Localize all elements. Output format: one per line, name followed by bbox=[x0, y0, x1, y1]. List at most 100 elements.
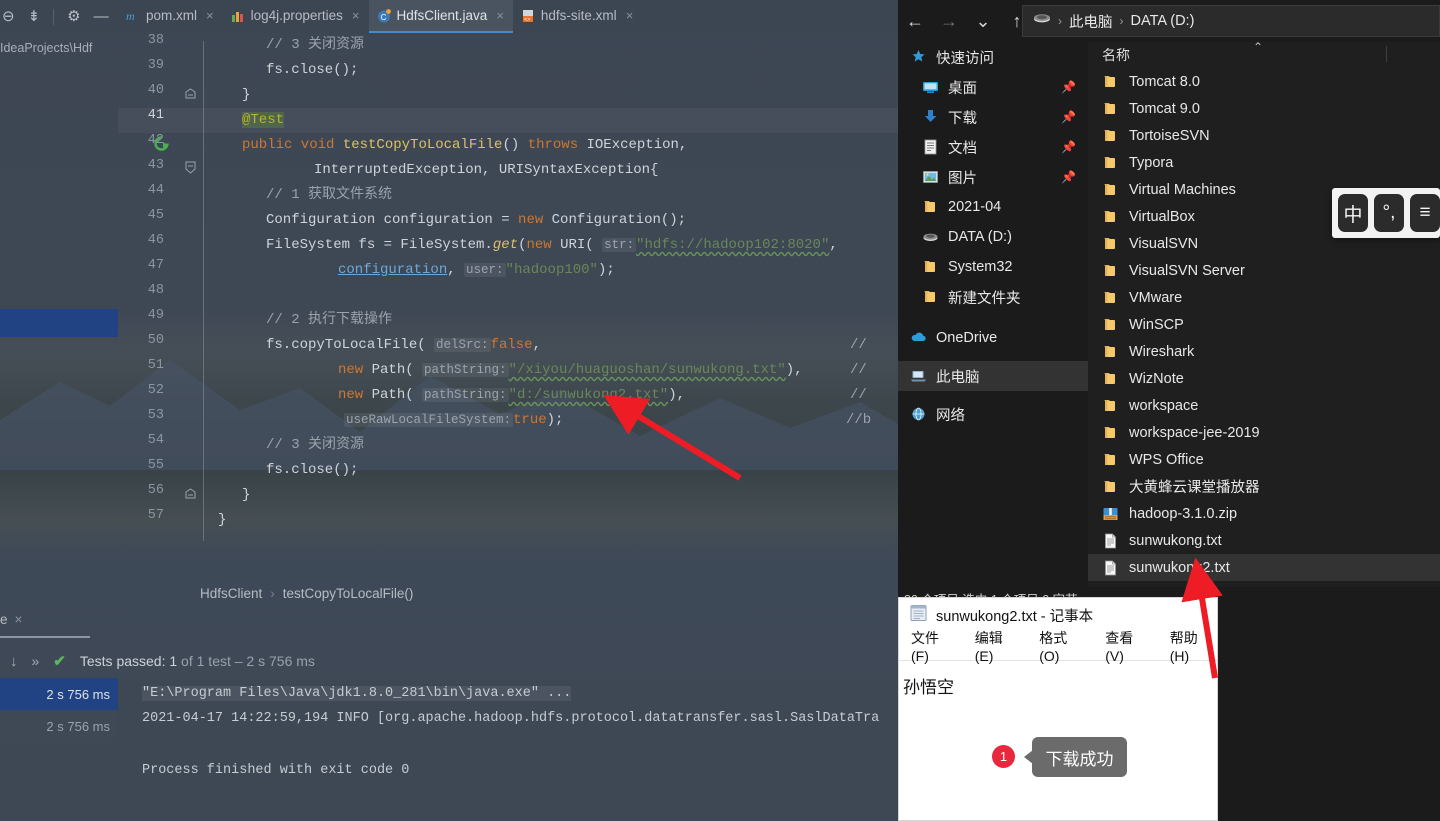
sidebar-item-new-folder[interactable]: 新建文件夹 bbox=[898, 282, 1088, 312]
explorer-navigation-pane[interactable]: 快速访问 桌面 📌 下载 📌 文档 📌 图片 📌 2021-04 DATA (D… bbox=[898, 42, 1088, 587]
code-comment: // 1 获取文件系统 bbox=[266, 187, 393, 203]
file-row-wireshark[interactable]: Wireshark bbox=[1088, 338, 1440, 365]
back-icon[interactable]: ← bbox=[898, 0, 932, 42]
sidebar-item-downloads[interactable]: 下载 📌 bbox=[898, 102, 1088, 132]
breadcrumb-this-pc[interactable]: 此电脑 bbox=[1069, 11, 1113, 32]
file-row-tomcat-90[interactable]: Tomcat 9.0 bbox=[1088, 95, 1440, 122]
pin-icon[interactable]: 📌 bbox=[1061, 170, 1076, 184]
editor-tab-label: pom.xml bbox=[146, 8, 198, 23]
back-icon[interactable]: ⊖ bbox=[2, 9, 15, 24]
file-row-tortoisesvn[interactable]: TortoiseSVN bbox=[1088, 122, 1440, 149]
notepad-window[interactable]: sunwukong2.txt - 记事本 文件(F) 编辑(E) 格式(O) 查… bbox=[898, 597, 1218, 821]
sidebar-item-desktop[interactable]: 桌面 📌 bbox=[898, 72, 1088, 102]
expand-icon[interactable]: » bbox=[32, 653, 40, 669]
notepad-title-bar[interactable]: sunwukong2.txt - 记事本 bbox=[899, 598, 1217, 632]
sort-ascending-icon[interactable]: ⌃ bbox=[1253, 40, 1263, 54]
collapse-icon[interactable]: ⇟ bbox=[28, 9, 41, 24]
close-icon[interactable]: × bbox=[626, 8, 634, 23]
console-line: "E:\Program Files\Java\jdk1.8.0_281\bin\… bbox=[142, 686, 572, 701]
menu-item-file[interactable]: 文件(F) bbox=[911, 628, 957, 664]
run-test-gutter-icon[interactable] bbox=[154, 136, 169, 151]
file-row-wiznote[interactable]: WizNote bbox=[1088, 365, 1440, 392]
code-editor[interactable]: 38 39 40 41 42 43 44 45 46 47 48 49 50 5… bbox=[118, 33, 898, 583]
file-row-typora[interactable]: Typora bbox=[1088, 149, 1440, 176]
pin-icon[interactable]: 📌 bbox=[1061, 110, 1076, 124]
menu-item-format[interactable]: 格式(O) bbox=[1039, 628, 1087, 664]
editor-tab-hdfs-site-xml[interactable]: <> hdfs-site.xml × bbox=[513, 0, 642, 33]
file-row-workspace[interactable]: workspace bbox=[1088, 392, 1440, 419]
file-row-visualsvn-server[interactable]: VisualSVN Server bbox=[1088, 257, 1440, 284]
close-icon[interactable]: × bbox=[352, 8, 360, 23]
code-identifier-link[interactable]: configuration bbox=[338, 262, 447, 278]
test-tree-row[interactable]: 2 s 756 ms bbox=[0, 678, 118, 710]
close-icon[interactable]: × bbox=[206, 8, 214, 23]
fold-collapse-icon[interactable] bbox=[184, 88, 197, 101]
editor-tab-label: HdfsClient.java bbox=[396, 8, 488, 23]
project-selected-row[interactable] bbox=[0, 309, 118, 337]
file-row-dahuangfeng-player[interactable]: 大黄蜂云课堂播放器 bbox=[1088, 473, 1440, 500]
sidebar-item-pictures[interactable]: 图片 📌 bbox=[898, 162, 1088, 192]
folder-icon bbox=[1102, 317, 1119, 333]
sidebar-item-quick-access[interactable]: 快速访问 bbox=[898, 42, 1088, 72]
editor-tab-hdfsclient-java[interactable]: C HdfsClient.java × bbox=[368, 0, 513, 33]
fold-collapse-icon[interactable] bbox=[184, 488, 197, 501]
sidebar-item-data-drive[interactable]: DATA (D:) bbox=[898, 222, 1088, 252]
test-tree-row[interactable]: 2 s 756 ms bbox=[0, 710, 118, 742]
editor-gutter[interactable]: 38 39 40 41 42 43 44 45 46 47 48 49 50 5… bbox=[118, 33, 218, 583]
folder-icon bbox=[1102, 236, 1119, 252]
ime-menu-button[interactable]: ≡ bbox=[1410, 194, 1440, 232]
file-name: VMware bbox=[1129, 289, 1183, 306]
code-string: "d:/sunwukong2.txt" bbox=[508, 387, 669, 403]
notepad-text-area[interactable]: 孙悟空 bbox=[899, 661, 1217, 698]
code-string: "hadoop100" bbox=[505, 262, 598, 278]
file-row-tomcat-80[interactable]: Tomcat 8.0 bbox=[1088, 68, 1440, 95]
pin-icon[interactable]: 📌 bbox=[1061, 80, 1076, 94]
minimize-icon[interactable]: — bbox=[94, 9, 109, 24]
code-text[interactable]: // 3 关闭资源 fs.close(); } @Test public voi… bbox=[218, 33, 898, 583]
console-output[interactable]: "E:\Program Files\Java\jdk1.8.0_281\bin\… bbox=[118, 678, 898, 821]
fold-expand-icon[interactable] bbox=[184, 161, 197, 174]
file-row-winscp[interactable]: WinSCP bbox=[1088, 311, 1440, 338]
close-icon[interactable]: × bbox=[496, 8, 504, 23]
file-row-sunwukong2-txt[interactable]: sunwukong2.txt bbox=[1088, 554, 1440, 581]
editor-tab-log4j-properties[interactable]: log4j.properties × bbox=[223, 0, 369, 33]
sidebar-item-onedrive[interactable]: OneDrive bbox=[898, 323, 1088, 353]
file-row-workspace-jee-2019[interactable]: workspace-jee-2019 bbox=[1088, 419, 1440, 446]
param-hint-userawlocalfilesystem: useRawLocalFileSystem: bbox=[344, 413, 514, 427]
file-row-sunwukong-txt[interactable]: sunwukong.txt bbox=[1088, 527, 1440, 554]
sidebar-item-network[interactable]: 网络 bbox=[898, 399, 1088, 429]
breadcrumb-method[interactable]: testCopyToLocalFile() bbox=[283, 586, 414, 601]
file-row-wps-office[interactable]: WPS Office bbox=[1088, 446, 1440, 473]
sidebar-item-this-pc[interactable]: 此电脑 bbox=[898, 361, 1088, 391]
menu-item-edit[interactable]: 编辑(E) bbox=[975, 628, 1022, 664]
scroll-down-icon[interactable]: ↓ bbox=[10, 653, 18, 670]
breadcrumb[interactable]: HdfsClient › testCopyToLocalFile() bbox=[118, 581, 898, 606]
column-divider[interactable] bbox=[1386, 46, 1387, 62]
file-name: Tomcat 8.0 bbox=[1129, 73, 1200, 90]
breadcrumb-data-drive[interactable]: DATA (D:) bbox=[1131, 13, 1195, 29]
menu-item-view[interactable]: 查看(V) bbox=[1105, 628, 1152, 664]
folder-icon bbox=[922, 259, 939, 275]
editor-tab-pom-xml[interactable]: m pom.xml × bbox=[118, 0, 223, 33]
pin-icon[interactable]: 📌 bbox=[1061, 140, 1076, 154]
file-row-hadoop-zip[interactable]: hadoop-3.1.0.zip bbox=[1088, 500, 1440, 527]
ime-chinese-mode-button[interactable]: 中 bbox=[1338, 194, 1368, 232]
ime-floating-toolbar[interactable]: 中 °, ≡ bbox=[1332, 188, 1440, 238]
ime-punctuation-button[interactable]: °, bbox=[1374, 194, 1404, 232]
column-header-name[interactable]: 名称 bbox=[1102, 45, 1130, 65]
sidebar-item-2021-04[interactable]: 2021-04 bbox=[898, 192, 1088, 222]
sidebar-item-system32[interactable]: System32 bbox=[898, 252, 1088, 282]
recent-locations-icon[interactable]: ⌄ bbox=[966, 0, 1000, 42]
tool-window-tab-file[interactable]: ile × bbox=[0, 612, 22, 627]
close-icon[interactable]: × bbox=[15, 612, 23, 627]
file-row-vmware[interactable]: VMware bbox=[1088, 284, 1440, 311]
explorer-file-list-pane[interactable]: ⌃ 名称 Tomcat 8.0 Tomcat 9.0 TortoiseSVN T… bbox=[1088, 40, 1440, 587]
address-bar[interactable]: › 此电脑 › DATA (D:) bbox=[1022, 5, 1440, 37]
forward-icon[interactable]: → bbox=[932, 0, 966, 42]
settings-gear-icon[interactable]: ⚙ bbox=[67, 9, 80, 24]
breadcrumb-class[interactable]: HdfsClient bbox=[200, 586, 262, 601]
project-tool-window[interactable] bbox=[0, 63, 118, 583]
sidebar-item-documents[interactable]: 文档 📌 bbox=[898, 132, 1088, 162]
menu-item-help[interactable]: 帮助(H) bbox=[1170, 628, 1217, 664]
test-tree[interactable]: 2 s 756 ms 2 s 756 ms bbox=[0, 678, 118, 821]
